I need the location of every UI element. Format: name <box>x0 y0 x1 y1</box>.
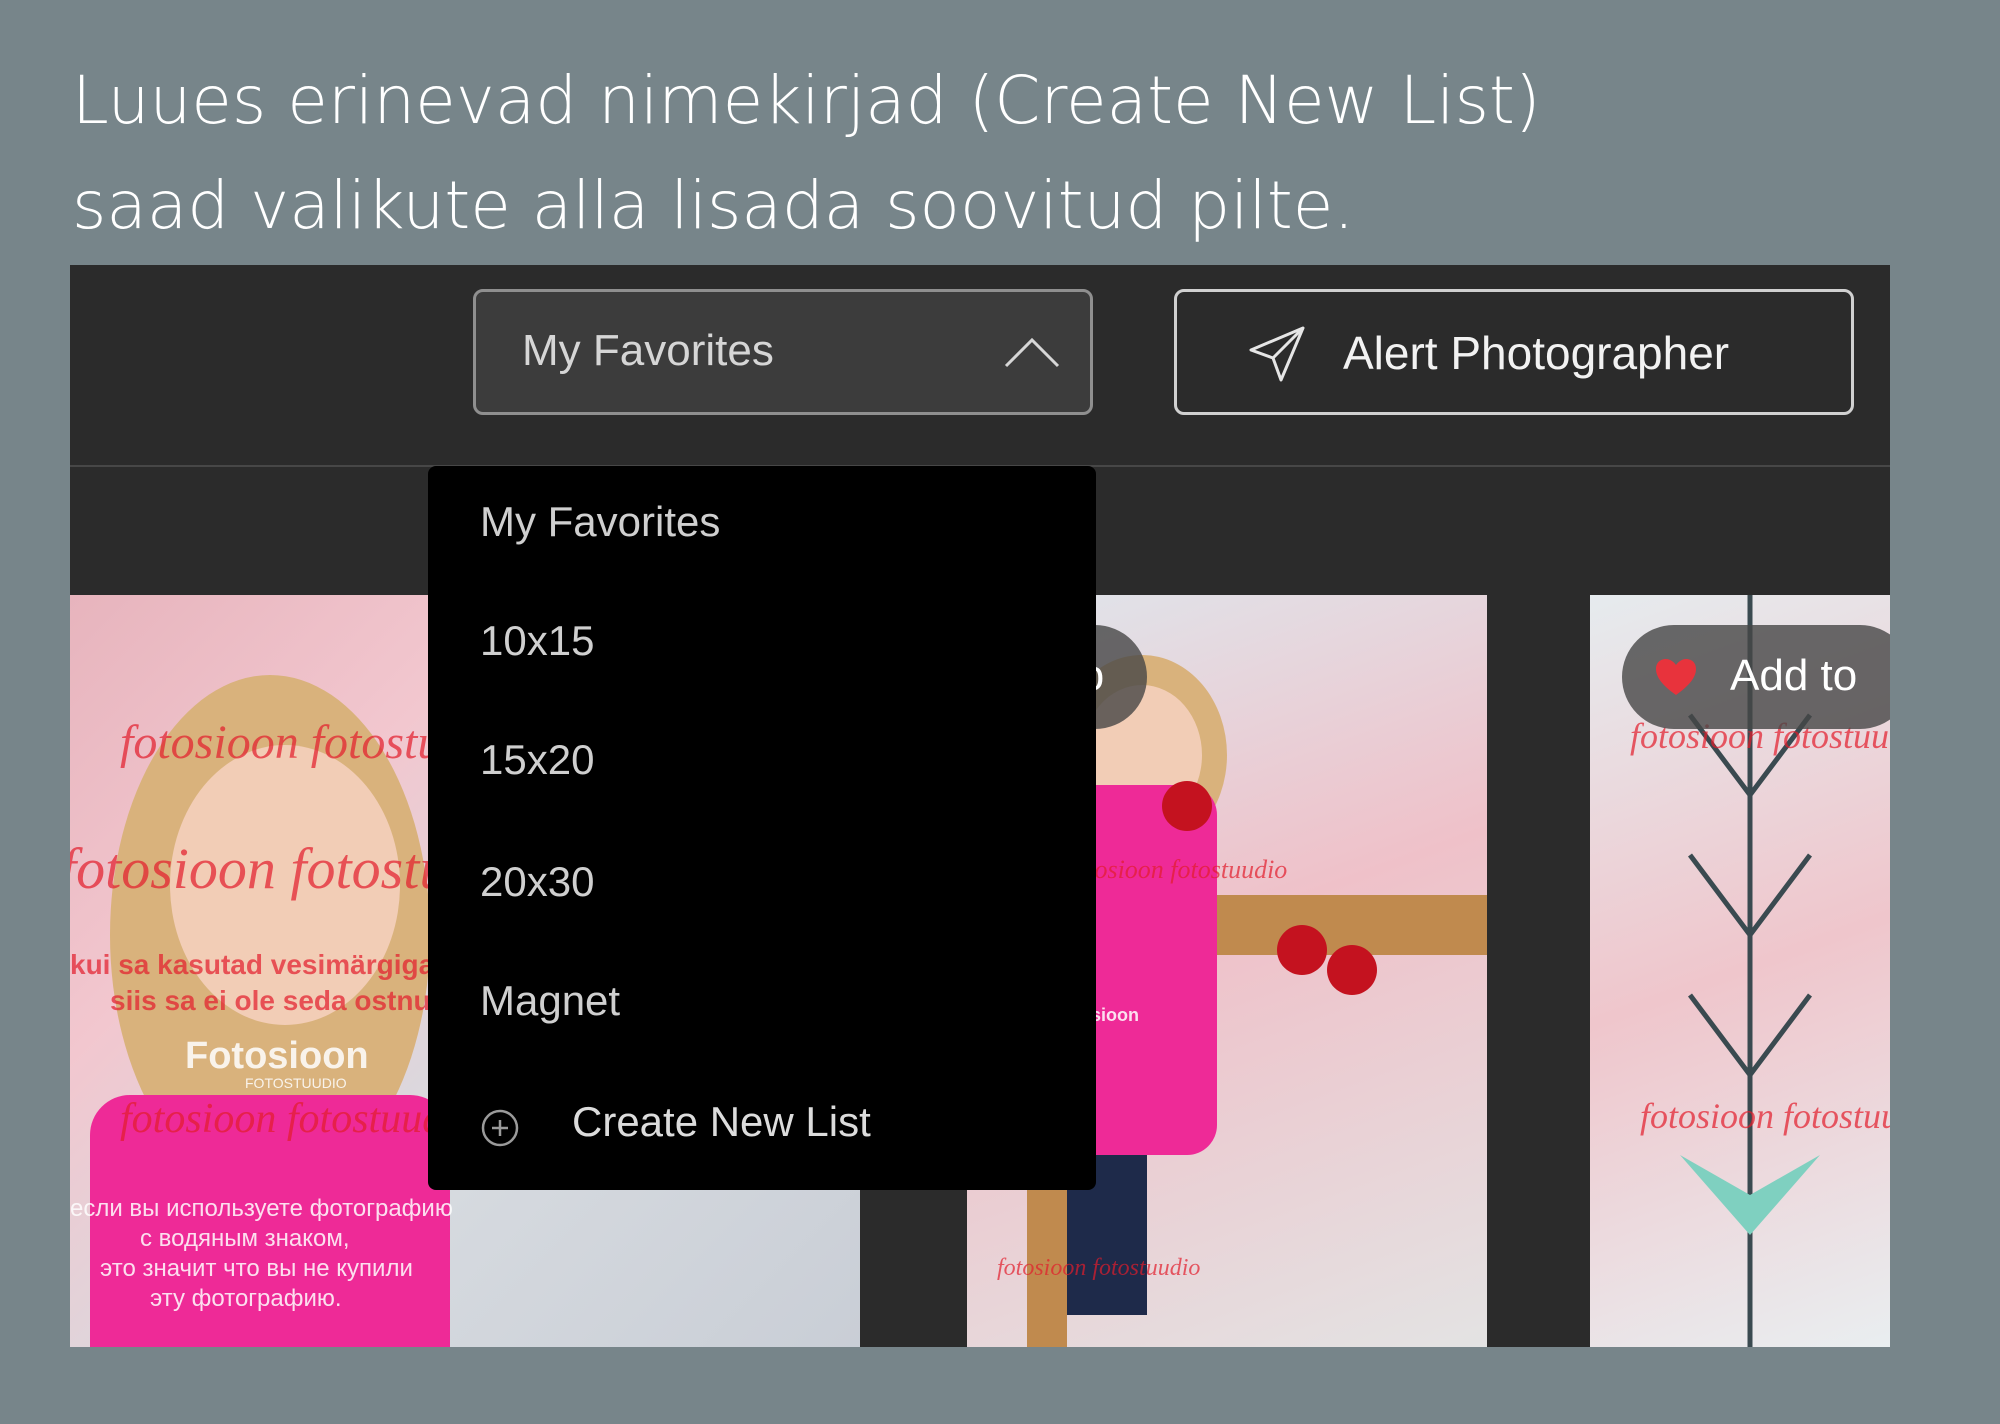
chevron-up-icon <box>1004 337 1060 368</box>
watermark-script: fotosioon fotostuudio <box>997 1255 1201 1281</box>
watermark-text: siis sa ei ole seda ostnud <box>110 985 448 1016</box>
fotosioon-logo: Fotosioon <box>185 1035 369 1077</box>
watermark-text: эту фотографию. <box>150 1285 342 1312</box>
add-to-button[interactable]: Add to <box>1622 625 1890 729</box>
alert-photographer-label: Alert Photographer <box>1343 327 1730 379</box>
heart-icon <box>1656 659 1696 695</box>
caption-line-1: Luues erinevad nimekirjad (Create New Li… <box>72 62 1541 139</box>
add-to-label: Add to <box>1730 651 1858 700</box>
photo-apple <box>1277 925 1327 975</box>
watermark-text: это значит что вы не купили <box>100 1255 413 1282</box>
dropdown-item-20x30[interactable]: 20x30 <box>480 858 594 906</box>
create-new-list-button[interactable]: Create New List <box>572 1098 871 1146</box>
dropdown-item-10x15[interactable]: 10x15 <box>480 617 594 665</box>
gallery-toolbar: My Favorites Alert Photographer <box>70 265 1890 467</box>
watermark-script: fotosioon fotostuudio <box>1067 855 1288 884</box>
watermark-text: с водяным знаком, <box>140 1225 350 1252</box>
photo-apple <box>1327 945 1377 995</box>
dropdown-item-my-favorites[interactable]: My Favorites <box>480 498 720 546</box>
alert-photographer-button[interactable]: Alert Photographer <box>1174 289 1854 415</box>
fotosioon-logo-sub: FOTOSTUUDIO <box>245 1075 347 1091</box>
watermark-text: если вы используете фотографию <box>70 1195 453 1222</box>
instruction-caption: Luues erinevad nimekirjad (Create New Li… <box>72 48 1541 258</box>
list-select[interactable]: My Favorites <box>473 289 1093 415</box>
watermark-text: kui sa kasutad vesimärgiga <box>70 949 435 980</box>
watermark-script: fotosioon fotostuudio <box>1640 1096 1890 1136</box>
plus-circle-icon <box>481 1109 519 1147</box>
list-dropdown-menu: My Favorites 10x15 15x20 20x30 Magnet Cr… <box>428 466 1096 1190</box>
paper-plane-icon <box>1249 326 1305 382</box>
list-select-value: My Favorites <box>522 326 774 375</box>
photo-apple <box>1162 781 1212 831</box>
caption-line-2: saad valikute alla lisada soovitud pilte… <box>72 167 1355 244</box>
watermark-script: fotosioon fotostuudio <box>120 1096 476 1142</box>
gallery-screenshot: My Favorites Alert Photographer fotosioo… <box>70 265 1890 1347</box>
dropdown-item-15x20[interactable]: 15x20 <box>480 736 594 784</box>
dropdown-item-magnet[interactable]: Magnet <box>480 977 620 1025</box>
